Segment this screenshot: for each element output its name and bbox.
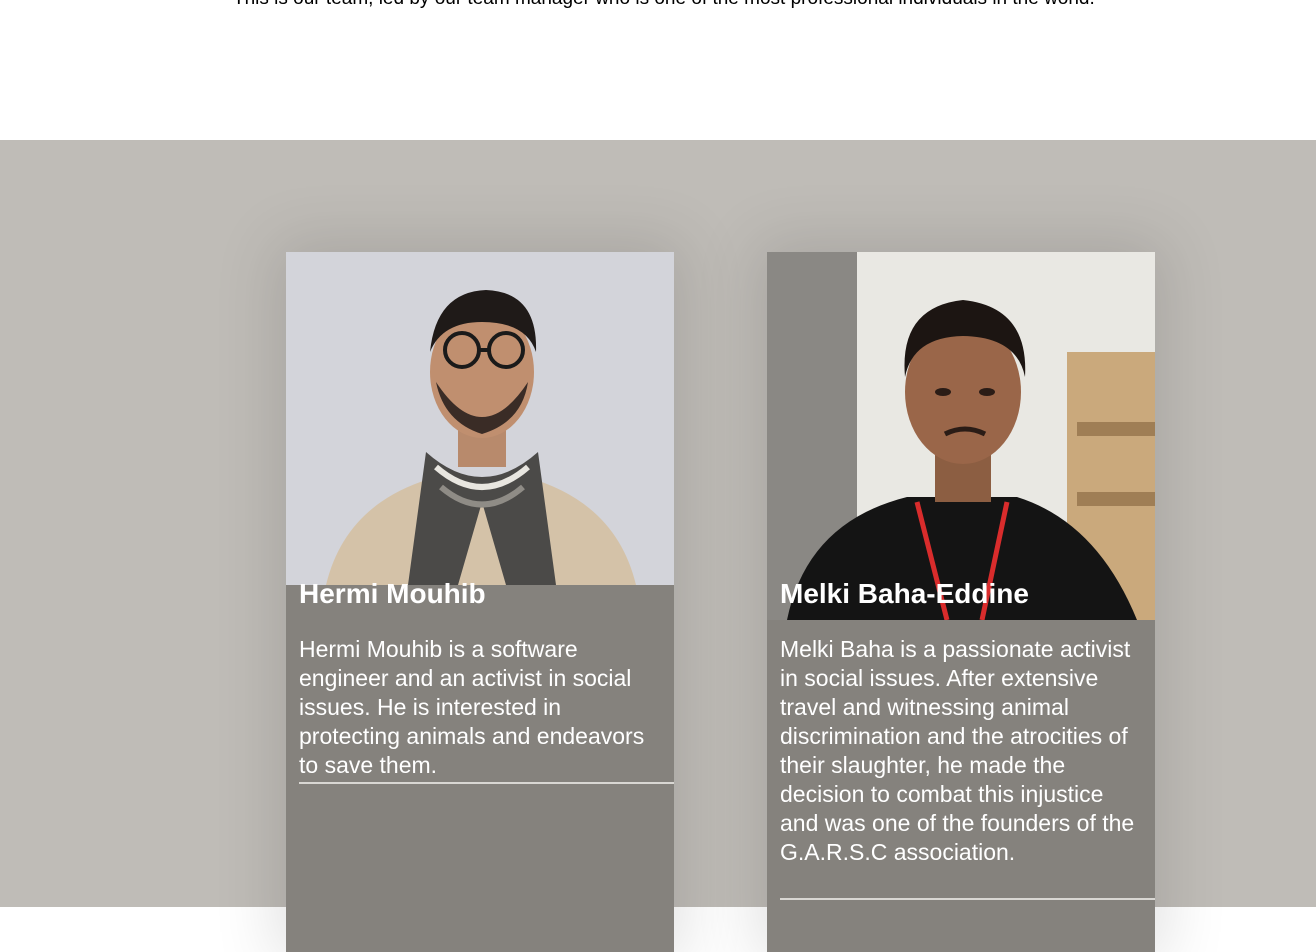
team-card-melki-baha-eddine: Melki Baha-Eddine Melki Baha is a passio… bbox=[767, 252, 1155, 952]
member-name: Hermi Mouhib bbox=[299, 578, 486, 609]
team-card-hermi-mouhib: Hermi Mouhib Hermi Mouhib is a software … bbox=[286, 252, 674, 952]
member-name: Melki Baha-Eddine bbox=[780, 578, 1029, 609]
member-photo bbox=[767, 252, 1155, 620]
intro-text: This is our team, led by our team manage… bbox=[233, 0, 1095, 10]
portrait-image-icon bbox=[286, 252, 674, 585]
portrait-image-icon bbox=[767, 252, 1155, 620]
card-divider bbox=[299, 782, 674, 784]
member-bio: Hermi Mouhib is a software engineer and … bbox=[299, 636, 645, 778]
team-section: Hermi Mouhib Hermi Mouhib is a software … bbox=[0, 140, 1316, 952]
member-bio: Melki Baha is a passionate activist in s… bbox=[780, 636, 1135, 865]
card-divider bbox=[780, 898, 1155, 900]
intro-section: This is our team, led by our team manage… bbox=[0, 0, 1316, 140]
member-photo bbox=[286, 252, 674, 585]
